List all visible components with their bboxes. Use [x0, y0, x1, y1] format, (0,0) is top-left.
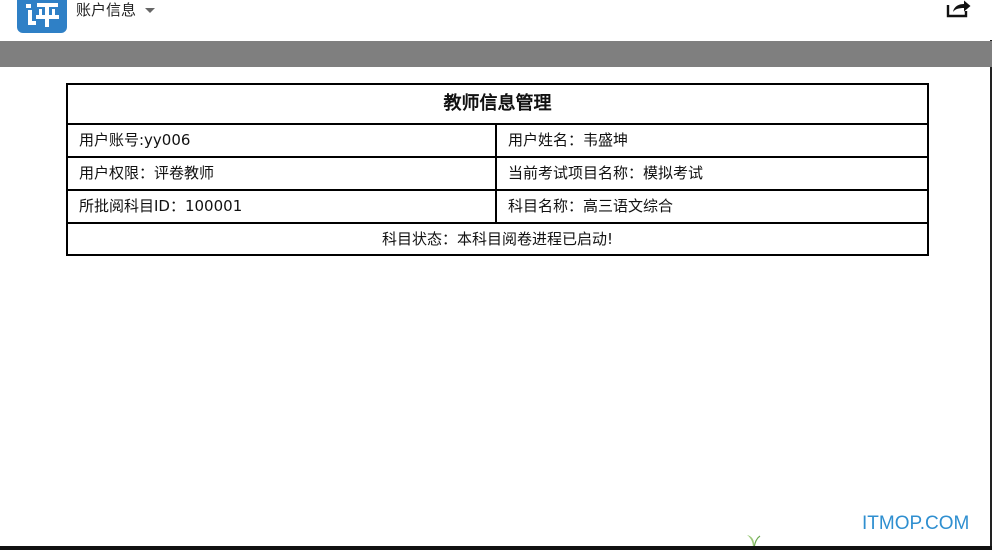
app-bar: 账户信息 [0, 0, 992, 40]
subject-status-cell: 科目状态：本科目阅卷进程已启动! [66, 222, 929, 256]
exam-project-cell: 当前考试项目名称：模拟考试 [495, 156, 929, 191]
table-header-row: 教师信息管理 [66, 83, 929, 125]
user-name-cell: 用户姓名：韦盛坤 [495, 123, 929, 158]
subject-id-cell: 所批阅科目ID：100001 [66, 189, 497, 224]
watermark: ITMOP.COM [862, 513, 970, 534]
table-row: 所批阅科目ID：100001 科目名称：高三语文综合 [66, 189, 929, 224]
table-row: 用户权限：评卷教师 当前考试项目名称：模拟考试 [66, 156, 929, 191]
user-permission-cell: 用户权限：评卷教师 [66, 156, 497, 191]
bottom-edge [0, 546, 992, 550]
app-logo-glyph [26, 2, 59, 27]
table-heading: 教师信息管理 [66, 83, 929, 125]
app-title: 账户信息 [76, 1, 137, 19]
user-account-cell: 用户账号:yy006 [66, 123, 497, 158]
subject-name-cell: 科目名称：高三语文综合 [495, 189, 929, 224]
table-row: 用户账号:yy006 用户姓名：韦盛坤 [66, 123, 929, 158]
chevron-down-icon [145, 8, 156, 13]
table-status-row: 科目状态：本科目阅卷进程已启动! [66, 222, 929, 256]
app-window: 账户信息 教师信息管理 用户账号:yy006 用户姓名：韦盛坤 用户权限：评卷教… [0, 0, 992, 550]
app-logo[interactable] [17, 0, 67, 33]
account-menu-toggle[interactable]: 账户信息 [76, 0, 156, 20]
share-button[interactable] [946, 0, 972, 18]
teacher-info-table: 教师信息管理 用户账号:yy006 用户姓名：韦盛坤 用户权限：评卷教师 当前考… [66, 83, 929, 256]
toolbar-band [0, 41, 992, 67]
share-icon [946, 0, 971, 18]
